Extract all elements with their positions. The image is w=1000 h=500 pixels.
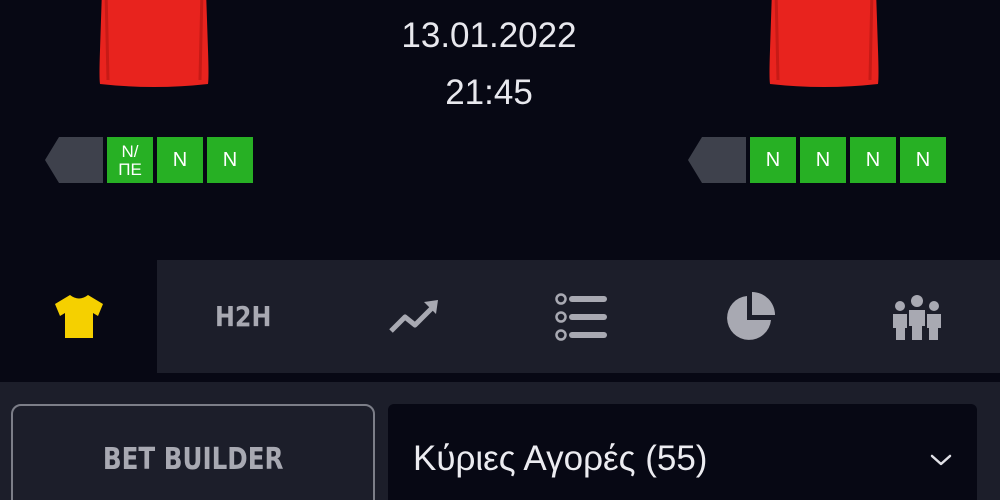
tab-h2h-label: H2H	[215, 300, 272, 333]
markets-bar: BET BUILDER Κύριες Αγορές (55)	[0, 382, 1000, 500]
list-icon	[555, 292, 607, 341]
form-badge: N	[157, 137, 203, 183]
tab-list[interactable]	[498, 260, 666, 373]
match-header: 13.01.2022 21:45 N/ ΠΕ N N N N N N	[0, 0, 1000, 262]
tab-pie[interactable]	[666, 260, 834, 373]
pie-chart-icon	[727, 291, 775, 340]
tab-players[interactable]	[834, 260, 1000, 373]
form-badge: N	[750, 137, 796, 183]
markets-dropdown[interactable]: Κύριες Αγορές (55)	[388, 404, 977, 500]
form-badge: N	[800, 137, 846, 183]
bet-builder-button[interactable]: BET BUILDER	[11, 404, 375, 500]
tab-h2h[interactable]: H2H	[157, 260, 330, 373]
divider	[0, 373, 1000, 382]
form-badge: N	[900, 137, 946, 183]
form-badge: N	[850, 137, 896, 183]
away-form: N N N N	[688, 137, 950, 183]
tab-lineup[interactable]	[0, 260, 157, 373]
trend-chart-icon	[389, 299, 438, 333]
markets-dropdown-label: Κύριες Αγορές (55)	[413, 439, 708, 478]
tab-trend[interactable]	[330, 260, 498, 373]
form-arrow-icon	[688, 137, 746, 183]
stats-tab-bar: H2H	[0, 260, 1000, 373]
players-icon	[893, 294, 941, 340]
bet-builder-label: BET BUILDER	[102, 442, 284, 477]
jersey-icon	[54, 294, 103, 338]
away-jersey-icon	[769, 0, 879, 87]
home-form: N/ ΠΕ N N	[45, 137, 257, 183]
form-arrow-icon	[45, 137, 103, 183]
form-badge: N	[207, 137, 253, 183]
chevron-down-icon	[930, 454, 952, 466]
form-badge: N/ ΠΕ	[107, 137, 153, 183]
